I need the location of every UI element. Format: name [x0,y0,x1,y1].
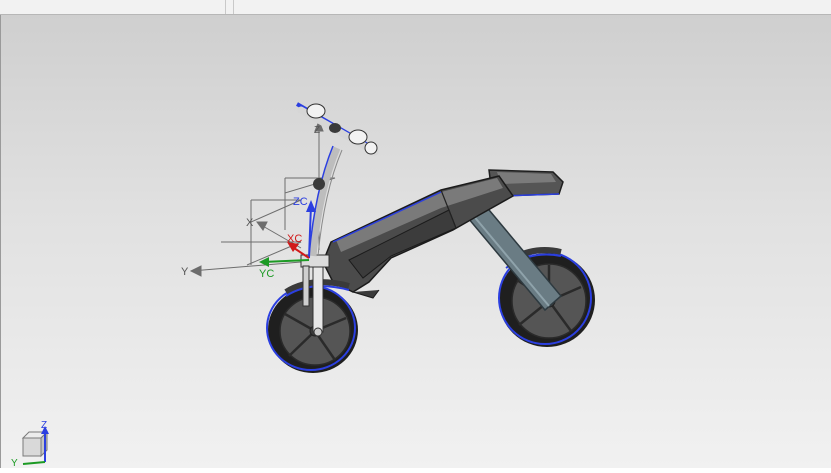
toolbar-separator [233,0,234,14]
wcs-z-label: Z [314,125,320,136]
handlebar[interactable] [295,102,379,190]
xc-axis-label: XC [287,233,302,245]
zc-axis-label: ZC [293,196,308,208]
toolbar-separator [225,0,226,14]
wcs-x-label: X [246,217,254,229]
yc-axis-label: YC [259,268,274,280]
view-triad[interactable] [21,426,49,465]
wcs-y-label: Y [181,266,189,278]
triad-z-label: Z [41,420,47,431]
graphics-viewport[interactable]: Y X Z ZC XC YC Z Y [0,15,831,469]
triad-y-label: Y [11,458,18,468]
top-toolbar-strip [0,0,831,15]
